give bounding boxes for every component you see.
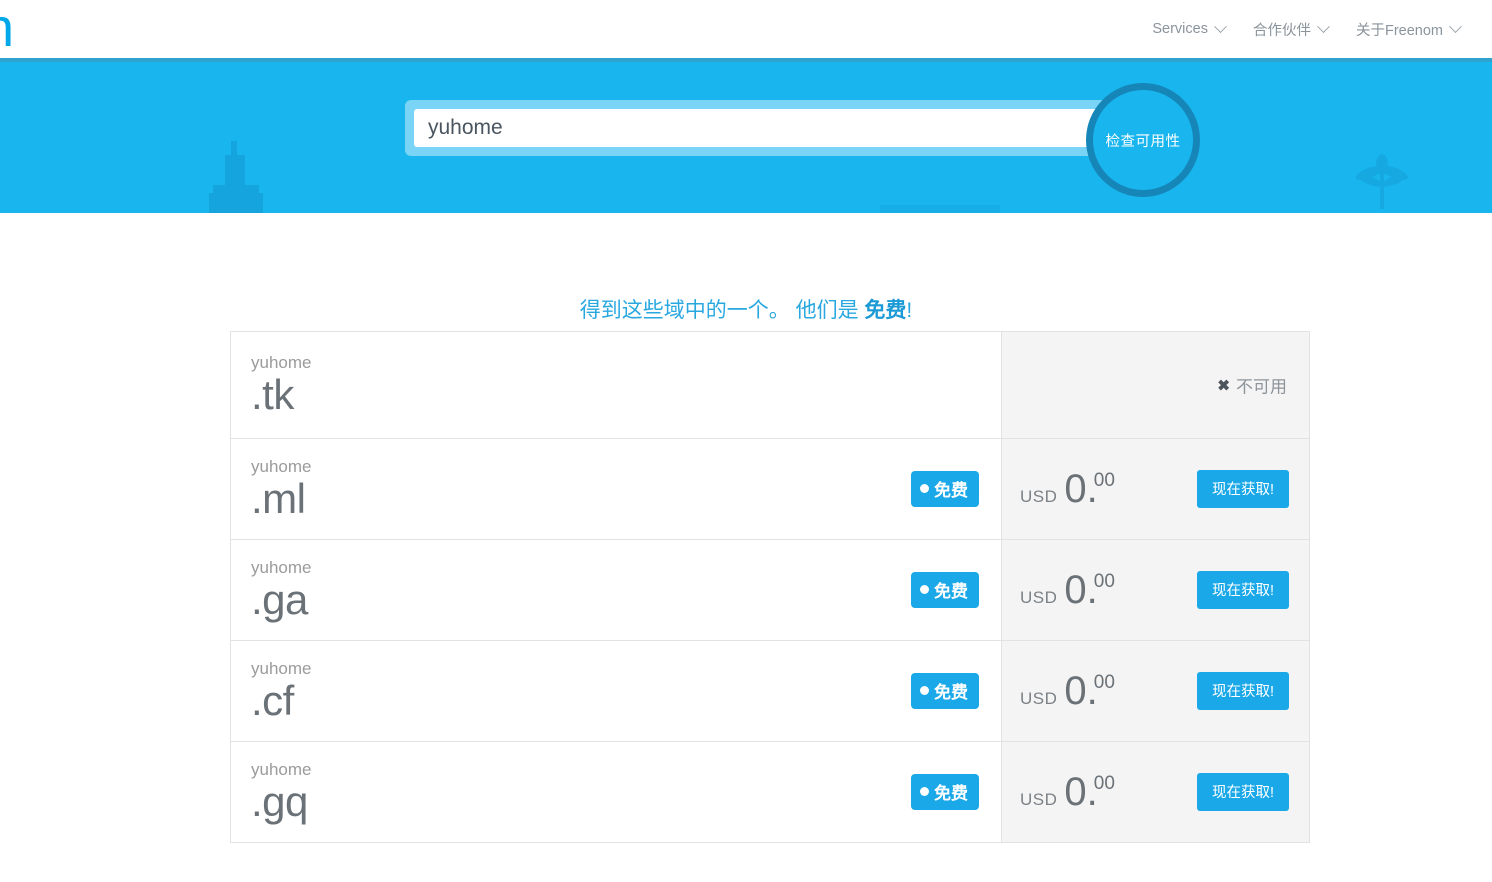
price-cell: USD 0 . 00 现在获取! (1001, 742, 1309, 842)
domain-name-block: yuhome .tk (251, 354, 311, 416)
domain-search-field-wrapper (405, 100, 1110, 156)
price-whole: 0 (1064, 668, 1087, 713)
chevron-down-icon (1449, 19, 1462, 33)
table-row: yuhome .ml 免费 USD 0 . 00 现在获取! (231, 439, 1309, 540)
currency-label: USD (1020, 587, 1058, 607)
domain-tld: .cf (251, 677, 294, 724)
price-cents: 00 (1093, 772, 1115, 794)
price-cents: 00 (1093, 570, 1115, 592)
table-row: yuhome .ga 免费 USD 0 . 00 现在获取! (231, 540, 1309, 641)
check-availability-button[interactable]: 检查可用性 (1086, 83, 1200, 197)
domain-sld: yuhome (251, 659, 312, 678)
get-it-now-button[interactable]: 现在获取! (1196, 571, 1289, 609)
free-badge: 免费 (911, 471, 979, 507)
nav-item-about-freenom[interactable]: 关于Freenom (1342, 19, 1474, 40)
headline-emphasis: 免费 (864, 299, 907, 322)
domain-name-block: yuhome .cf (251, 660, 311, 722)
free-badge: 免费 (911, 673, 979, 709)
chevron-down-icon (1317, 19, 1330, 33)
price-cell: USD 0 . 00 现在获取! (1001, 641, 1309, 741)
table-row: yuhome .cf 免费 USD 0 . 00 现在获取! (231, 641, 1309, 742)
price-display: USD 0 . 00 (1020, 770, 1115, 815)
domain-sld: yuhome (251, 457, 312, 476)
get-it-now-button[interactable]: 现在获取! (1196, 470, 1289, 508)
main-navigation: Services 合作伙伴 关于Freenom (1138, 0, 1474, 58)
price-cell: USD 0 . 00 现在获取! (1001, 540, 1309, 640)
domain-sld: yuhome (251, 558, 312, 577)
table-row: yuhome .tk ✖ 不可用 (231, 332, 1309, 439)
free-badge-label: 免费 (934, 784, 968, 803)
nav-item-services[interactable]: Services (1138, 19, 1239, 37)
price-display: USD 0 . 00 (1020, 669, 1115, 714)
domain-tld: .ml (251, 475, 306, 522)
currency-label: USD (1020, 486, 1058, 506)
get-it-now-button[interactable]: 现在获取! (1196, 672, 1289, 710)
nav-item-partners[interactable]: 合作伙伴 (1239, 19, 1342, 40)
palm-tree-silhouette-icon (1355, 154, 1409, 209)
domain-tld: .gq (251, 778, 308, 825)
table-row: yuhome .gq 免费 USD 0 . 00 现在获取! (231, 742, 1309, 843)
chevron-down-icon (1214, 19, 1227, 33)
price-cents: 00 (1093, 469, 1115, 491)
building-silhouette-icon (209, 141, 263, 213)
horizon-silhouette-icon (880, 205, 1000, 213)
domain-name-block: yuhome .ga (251, 559, 311, 621)
dot-icon (920, 484, 929, 493)
domain-name-block: yuhome .gq (251, 761, 311, 823)
status-label: 不可用 (1236, 377, 1287, 397)
price-display: USD 0 . 00 (1020, 467, 1115, 512)
headline-text-after: ! (906, 299, 913, 322)
free-badge-label: 免费 (934, 481, 968, 500)
nav-item-label: Services (1152, 21, 1208, 37)
price-cell: USD 0 . 00 现在获取! (1001, 439, 1309, 539)
price-whole: 0 (1064, 769, 1087, 814)
free-badge: 免费 (911, 774, 979, 810)
free-badge: 免费 (911, 572, 979, 608)
status-badge: ✖ 不可用 (1217, 373, 1287, 398)
domain-cell: yuhome .gq 免费 (231, 742, 1001, 842)
freenom-logo[interactable]: n (0, 6, 24, 50)
price-cents: 00 (1093, 671, 1115, 693)
headline-text-before: 得到这些域中的一个。 他们是 (579, 299, 865, 322)
free-badge-label: 免费 (934, 582, 968, 601)
dot-icon (920, 686, 929, 695)
free-badge-label: 免费 (934, 683, 968, 702)
domain-tld: .ga (251, 576, 308, 623)
cross-icon: ✖ (1217, 377, 1230, 394)
hero-top-divider (0, 58, 1492, 62)
domain-cell: yuhome .cf 免费 (231, 641, 1001, 741)
domain-results-table: yuhome .tk ✖ 不可用 yuhome .ml 免费 USD 0 . 0… (230, 331, 1310, 843)
dot-icon (920, 585, 929, 594)
nav-item-label: 合作伙伴 (1252, 22, 1311, 39)
nav-item-label: 关于Freenom (1355, 22, 1443, 39)
get-it-now-button[interactable]: 现在获取! (1196, 773, 1289, 811)
domain-search-input[interactable] (414, 109, 1101, 147)
price-whole: 0 (1064, 466, 1087, 511)
domain-name-block: yuhome .ml (251, 458, 311, 520)
domain-cell: yuhome .ga 免费 (231, 540, 1001, 640)
domain-cell: yuhome .ml 免费 (231, 439, 1001, 539)
domain-tld: .tk (251, 371, 294, 418)
status-cell: ✖ 不可用 (1001, 332, 1309, 438)
domain-sld: yuhome (251, 353, 312, 372)
site-header: n Services 合作伙伴 关于Freenom (0, 0, 1492, 58)
dot-icon (920, 787, 929, 796)
hero-banner (0, 58, 1492, 213)
domain-cell: yuhome .tk (231, 332, 1001, 438)
price-whole: 0 (1064, 567, 1087, 612)
currency-label: USD (1020, 688, 1058, 708)
price-display: USD 0 . 00 (1020, 568, 1115, 613)
results-headline: 得到这些域中的一个。 他们是 免费! (0, 294, 1492, 324)
currency-label: USD (1020, 789, 1058, 809)
domain-sld: yuhome (251, 760, 312, 779)
